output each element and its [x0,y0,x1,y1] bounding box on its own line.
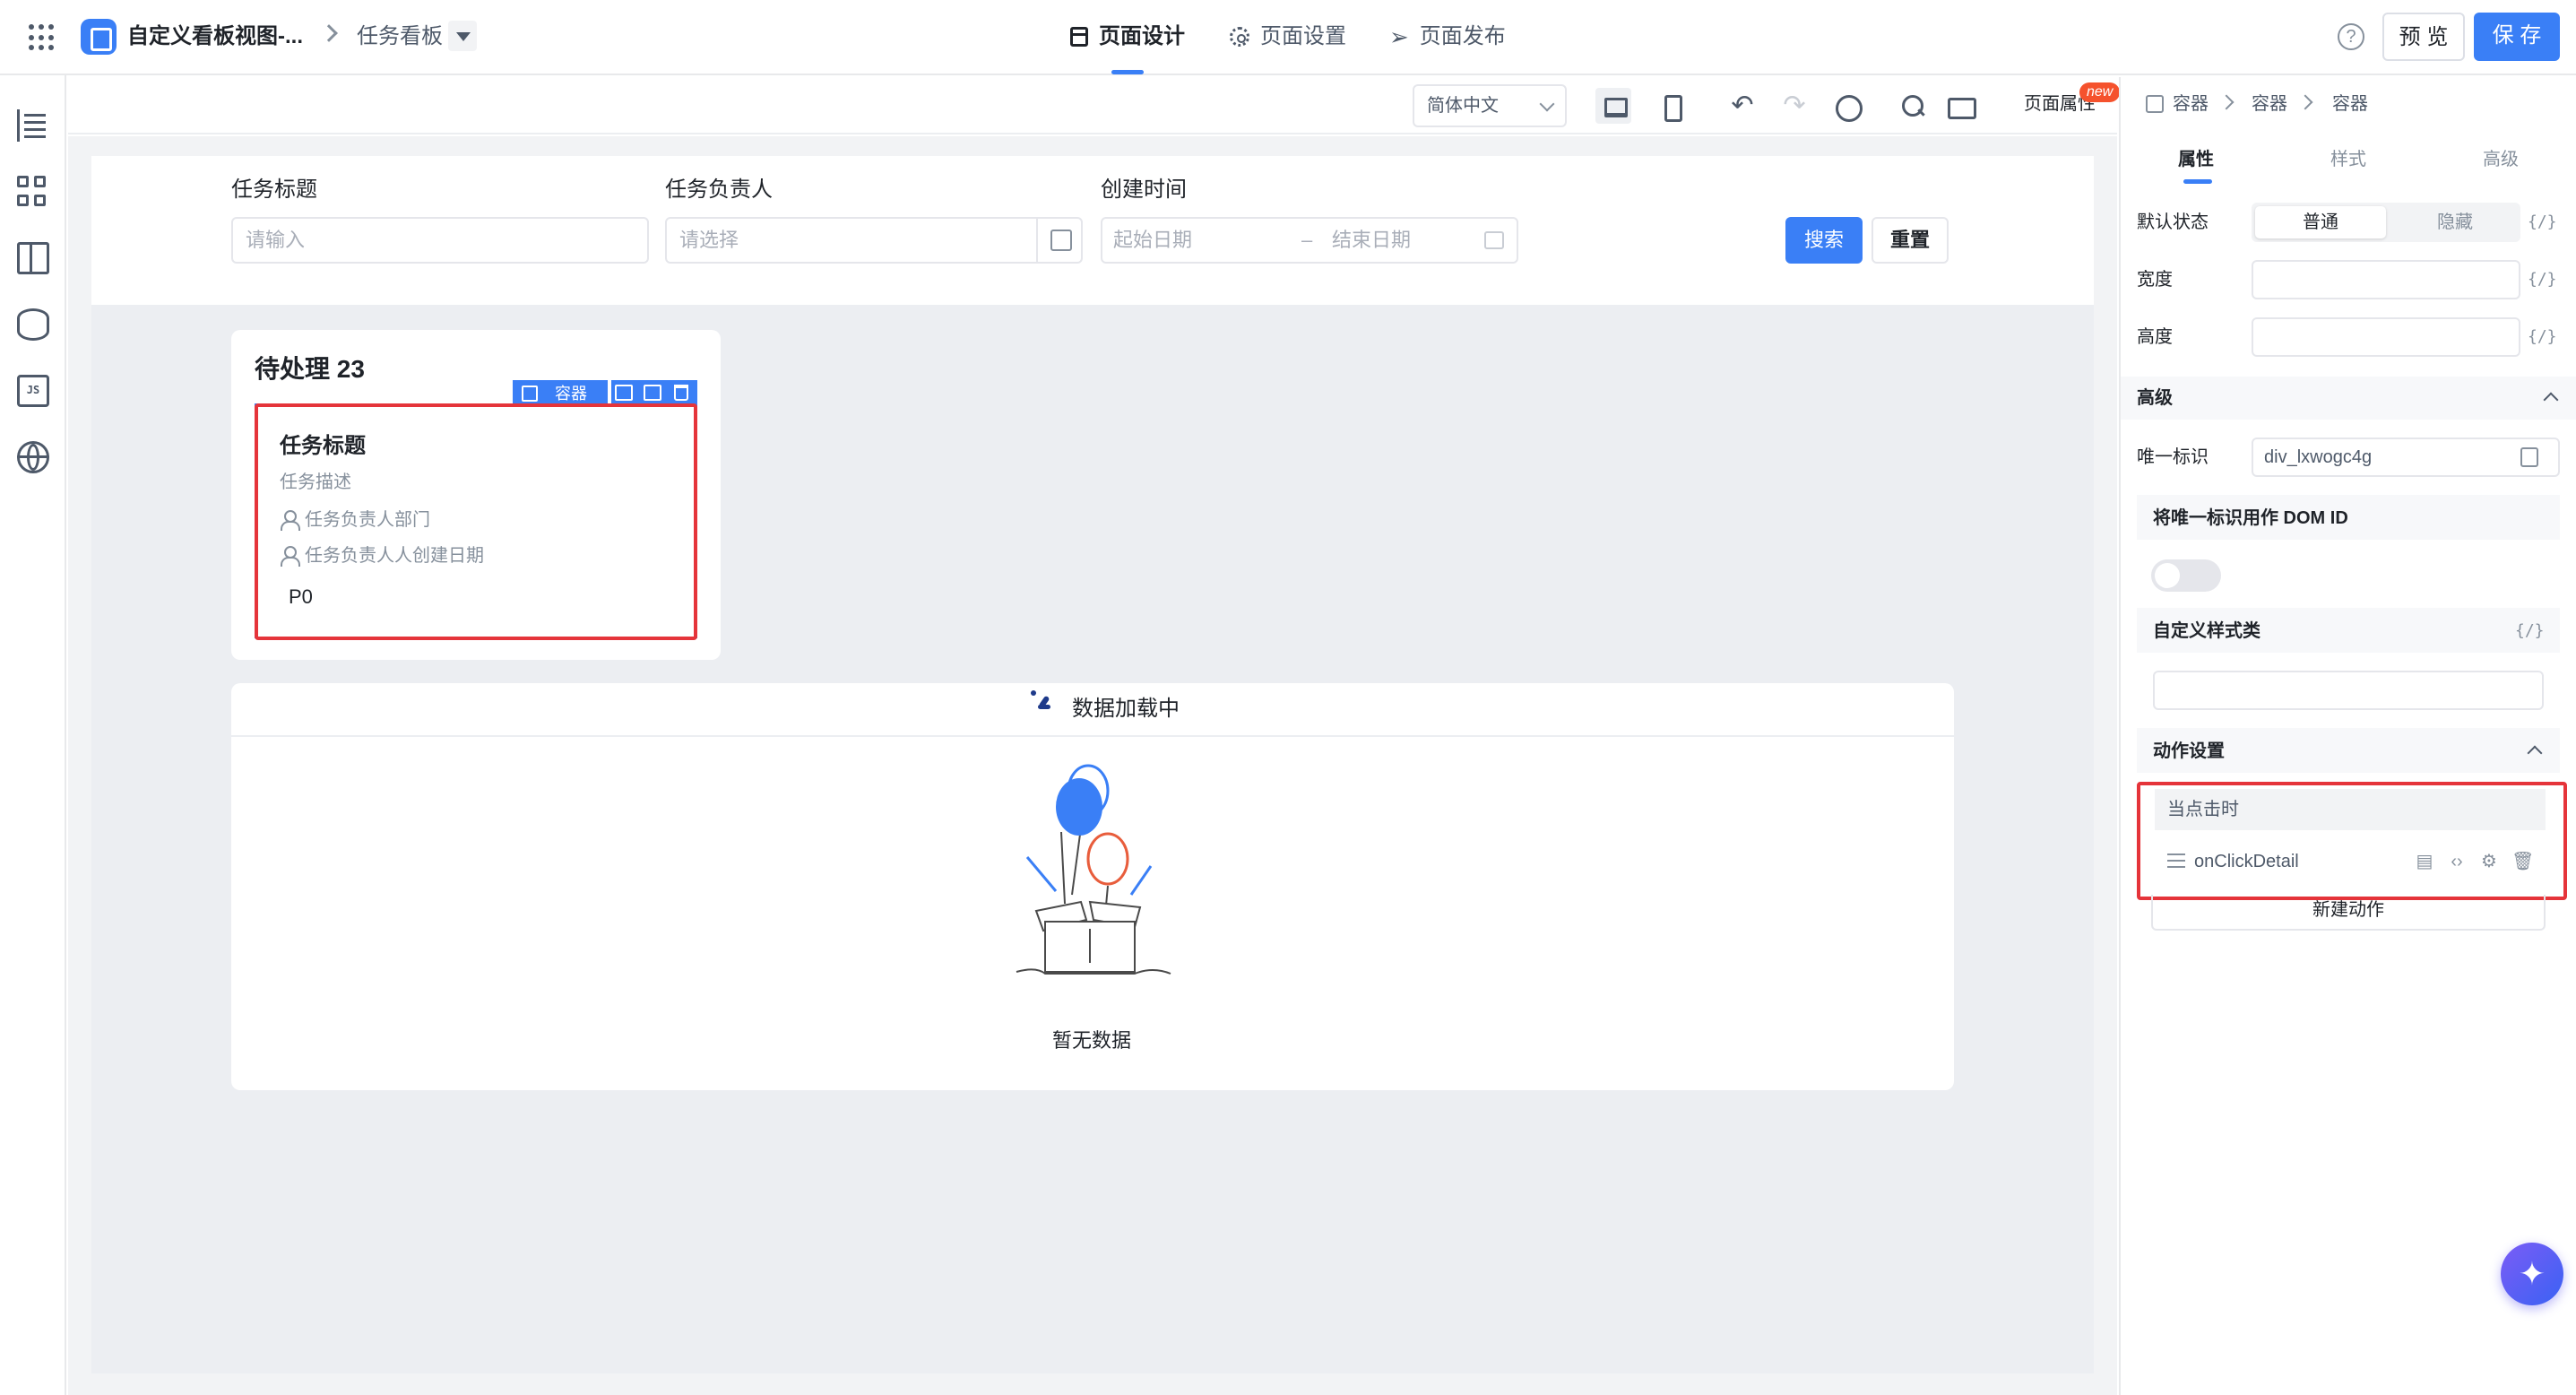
selected-container-tag[interactable]: 容器 [513,380,608,405]
task-card-priority: P0 [289,585,313,608]
ai-assistant-icon[interactable]: ✦ [2501,1243,2563,1305]
custom-class-expression-icon[interactable]: {/} [2515,617,2545,646]
width-expression-icon[interactable]: {/} [2528,265,2557,294]
breadcrumb-item-3[interactable]: 容器 [2332,90,2368,118]
action-highlight [2137,782,2567,900]
preview-button[interactable]: 预 览 [2382,13,2465,61]
unique-id-input[interactable]: div_lxwogc4g [2252,438,2560,477]
loading-text: 数据加载中 [1072,697,1180,721]
mobile-view-icon[interactable] [1653,88,1689,124]
tab-styles[interactable]: 样式 [2330,145,2366,174]
send-icon: ➢ [1389,23,1409,50]
tab-page-settings[interactable]: 页面设置 [1230,19,1346,55]
delete-icon[interactable] [674,385,688,401]
search-button[interactable]: 搜索 [1785,217,1863,264]
active-panel-tab-indicator [2183,179,2212,184]
history-icon[interactable] [1828,88,1864,124]
height-label: 高度 [2137,327,2173,347]
empty-balloon-box-illustration [1016,764,1171,975]
app-grid-icon[interactable] [29,24,56,51]
end-date-placeholder: 结束日期 [1332,229,1412,251]
tab-page-design-label: 页面设计 [1099,24,1185,48]
width-input[interactable] [2252,260,2520,299]
width-label: 宽度 [2137,270,2173,290]
advanced-section-header[interactable] [2121,377,2576,420]
task-card-department: 任务负责人部门 [280,506,430,534]
state-option-normal[interactable]: 普通 [2255,206,2386,238]
tab-page-publish[interactable]: ➢ 页面发布 [1389,19,1506,55]
state-option-hidden[interactable]: 隐藏 [2390,206,2520,238]
tab-advanced[interactable]: 高级 [2483,145,2519,174]
filter-owner-label: 任务负责人 [665,178,773,202]
user-icon [280,546,300,567]
active-tab-indicator [1111,70,1144,74]
datasource-icon[interactable] [17,308,49,341]
add-child-icon[interactable] [615,385,633,401]
page-dropdown-icon[interactable] [448,21,477,51]
new-action-button[interactable]: 新建动作 [2151,895,2546,931]
default-state-expression-icon[interactable]: {/} [2528,208,2557,237]
desktop-view-icon[interactable] [1595,88,1631,124]
gear-icon [1230,27,1249,47]
empty-state-text: 暂无数据 [1052,1029,1132,1052]
tab-page-settings-label: 页面设置 [1260,24,1346,48]
keyboard-icon[interactable] [1941,88,1977,124]
custom-class-label: 自定义样式类 [2153,621,2260,641]
filter-created-label: 创建时间 [1101,178,1187,202]
height-input[interactable] [2252,317,2520,357]
date-range-separator: – [1301,229,1313,251]
height-expression-icon[interactable]: {/} [2528,323,2557,351]
loading-spinner-icon [1029,687,1054,712]
new-badge: new [2079,82,2121,102]
copy-icon[interactable] [644,385,661,401]
tab-properties[interactable]: 属性 [2178,145,2214,174]
custom-class-input[interactable] [2153,671,2544,710]
start-date-placeholder: 起始日期 [1113,229,1193,251]
dom-id-toggle[interactable] [2151,559,2221,592]
task-title-input[interactable]: 请输入 [231,217,649,264]
undo-icon[interactable]: ↶ [1725,88,1760,124]
app-logo-icon [81,19,117,55]
calendar-icon[interactable] [1484,231,1504,249]
unique-id-label: 唯一标识 [2137,447,2209,467]
task-card-title: 任务标题 [280,434,366,458]
page-name[interactable]: 任务看板 [357,19,443,55]
js-code-icon[interactable]: JS [17,375,49,407]
tab-page-publish-label: 页面发布 [1419,24,1506,48]
task-card-description: 任务描述 [280,472,351,492]
default-state-label: 默认状态 [2137,212,2209,232]
breadcrumb-item-2[interactable]: 容器 [2252,90,2287,118]
components-icon[interactable] [17,176,49,208]
advanced-section-title: 高级 [2137,388,2173,408]
breadcrumb-item-1[interactable]: 容器 [2173,90,2209,118]
task-card-creator-text: 任务负责人人创建日期 [305,546,484,566]
save-button[interactable]: 保 存 [2474,13,2560,61]
task-card-creator: 任务负责人人创建日期 [280,542,484,570]
language-select[interactable]: 简体中文 [1413,84,1567,127]
user-icon [280,510,300,531]
task-card-department-text: 任务负责人部门 [305,510,430,530]
column-title: 待处理 23 [255,355,365,383]
page-design-icon [1070,27,1088,47]
help-icon[interactable]: ? [2338,23,2364,50]
outline-tree-icon[interactable] [17,109,49,142]
action-section-title: 动作设置 [2153,741,2225,761]
dom-id-label: 将唯一标识用作 DOM ID [2153,508,2348,528]
search-icon[interactable] [1895,88,1931,124]
reset-button[interactable]: 重置 [1871,217,1949,264]
selected-container-label: 容器 [555,385,588,403]
layout-icon[interactable] [17,242,49,274]
app-title[interactable]: 自定义看板视图-... [127,19,303,55]
globe-icon[interactable] [17,441,49,473]
selection-actions [611,380,697,405]
filter-title-label: 任务标题 [231,178,317,202]
redo-icon[interactable]: ↷ [1776,88,1812,124]
task-owner-select[interactable]: 请选择 [665,217,1083,264]
tab-page-design[interactable]: 页面设计 [1070,19,1185,55]
container-square-icon [522,386,538,403]
copy-id-icon[interactable] [2520,447,2538,467]
container-select-checkbox[interactable] [2146,95,2164,113]
owner-picker-icon[interactable] [1036,219,1081,262]
